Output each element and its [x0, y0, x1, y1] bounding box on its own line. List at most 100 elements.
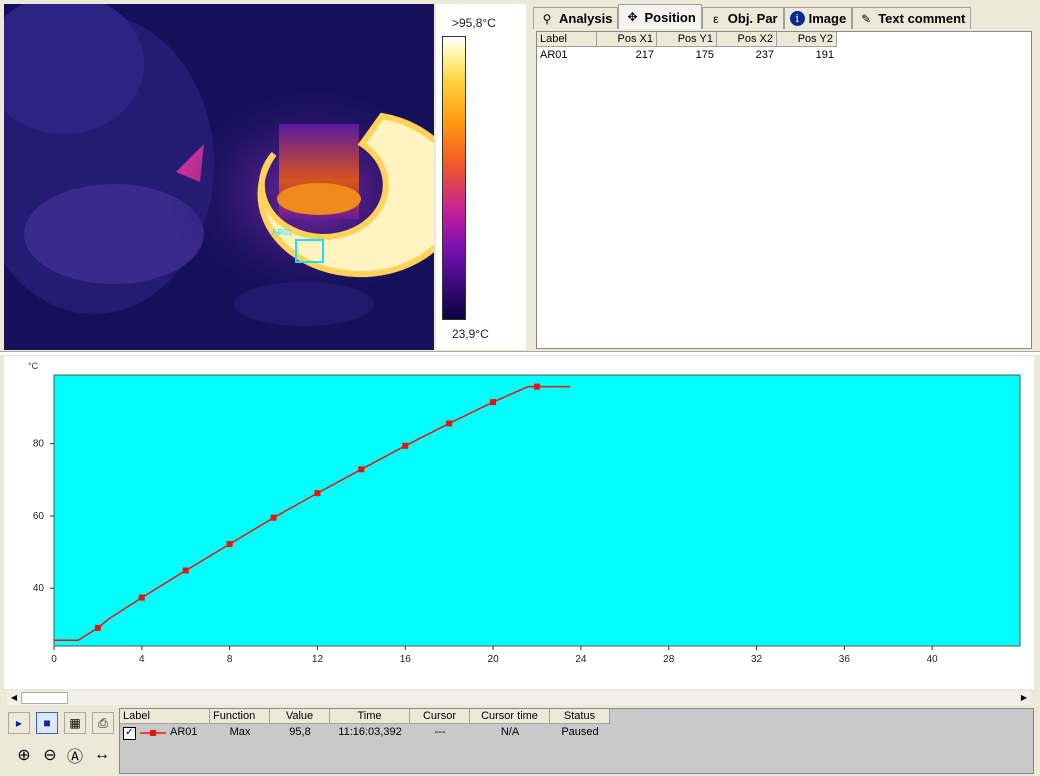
table-row[interactable]: AR01 217 175 237 191: [537, 48, 1031, 63]
scroll-left-icon[interactable]: ◀: [7, 691, 21, 705]
series-point[interactable]: [94, 624, 101, 631]
tab-image-label: Image: [808, 11, 847, 26]
zoom-in-icon: ⊕: [17, 747, 31, 764]
column-header[interactable]: Cursor: [410, 709, 470, 724]
color-scale-bar: [442, 36, 466, 320]
series-point[interactable]: [446, 420, 453, 427]
stop-icon: ■: [43, 716, 51, 730]
cell-function: Max: [229, 726, 251, 738]
column-header[interactable]: Status: [550, 709, 610, 724]
table-row[interactable]: ✓ AR01 Max 95,8 11:16:03,392 --- N/A Pau…: [120, 725, 1033, 743]
plot-area[interactable]: [53, 374, 1021, 647]
thermal-image[interactable]: AR01: [4, 4, 434, 350]
column-header[interactable]: Pos X2: [717, 32, 777, 47]
zoom-in-button[interactable]: ⊕: [13, 744, 35, 766]
series-legend-table[interactable]: Label Function Value Time Cursor Cursor …: [119, 708, 1034, 774]
x-tick-label: 0: [51, 654, 57, 665]
chart-scrollbar[interactable]: ◀ ▶: [7, 691, 1031, 705]
zoom-out-button[interactable]: ⊖: [39, 744, 61, 766]
x-tick-label: 28: [663, 654, 675, 665]
series-visible-checkbox[interactable]: ✓: [123, 727, 136, 740]
series-point[interactable]: [226, 541, 233, 548]
tab-analysis-label: Analysis: [559, 11, 613, 26]
position-table[interactable]: Label Pos X1 Pos Y1 Pos X2 Pos Y2 AR01 2…: [536, 31, 1032, 349]
column-header[interactable]: Function: [210, 709, 270, 724]
x-tick-label: 40: [927, 654, 939, 665]
column-header[interactable]: Label: [537, 32, 597, 47]
chart-settings-button[interactable]: ▦: [64, 712, 86, 734]
cell-pos-y1: 175: [695, 49, 714, 61]
column-header[interactable]: Time: [330, 709, 410, 724]
series-point[interactable]: [182, 567, 189, 574]
column-header[interactable]: Cursor time: [470, 709, 550, 724]
color-scale-max: >95,8°C: [452, 16, 496, 30]
tab-text-comment[interactable]: ✎ Text comment: [852, 7, 972, 29]
series-point[interactable]: [490, 399, 497, 406]
x-tick-label: 32: [751, 654, 763, 665]
x-tick-label: 4: [139, 654, 145, 665]
stop-button[interactable]: ■: [36, 712, 58, 734]
info-icon: i: [789, 11, 805, 26]
series-line-swatch: [140, 730, 166, 736]
export-icon: ⎙: [98, 715, 108, 730]
x-tick-label: 20: [488, 654, 500, 665]
fit-width-icon: ↔: [94, 746, 110, 763]
column-header[interactable]: Value: [270, 709, 330, 724]
scrollbar-thumb[interactable]: [21, 692, 68, 704]
column-header[interactable]: Pos X1: [597, 32, 657, 47]
column-header[interactable]: Pos Y2: [777, 32, 837, 47]
scroll-right-icon[interactable]: ▶: [1017, 691, 1031, 705]
series-point[interactable]: [314, 490, 321, 497]
color-scale-min: 23,9°C: [452, 327, 489, 341]
export-button[interactable]: ⎙: [92, 712, 114, 734]
position-table-header: Label Pos X1 Pos Y1 Pos X2 Pos Y2: [537, 32, 1031, 48]
series-point[interactable]: [138, 594, 145, 601]
roi-label: AR01: [272, 228, 293, 237]
series-label: AR01: [170, 726, 198, 738]
splitter[interactable]: [0, 351, 1040, 355]
cell-time: 11:16:03,392: [338, 726, 402, 738]
object-parameters-icon: ε: [713, 11, 719, 26]
cell-pos-y2: 191: [815, 49, 834, 61]
x-tick-label: 8: [227, 654, 233, 665]
thermal-image-svg: [4, 4, 434, 350]
cell-pos-x1: 217: [635, 49, 654, 61]
column-header[interactable]: Pos Y1: [657, 32, 717, 47]
zoom-out-icon: ⊖: [43, 747, 57, 764]
y-tick-label: 40: [33, 583, 45, 594]
text-comment-icon: ✎: [861, 11, 872, 26]
cell-value: 95,8: [289, 726, 311, 738]
cell-cursor: ---: [434, 726, 446, 738]
cell-cursor-time: N/A: [500, 726, 520, 738]
chart-settings-icon: ▦: [69, 716, 81, 730]
analysis-icon: ⚲: [542, 11, 552, 26]
tab-position-label: Position: [644, 9, 696, 25]
column-header[interactable]: Label: [120, 709, 210, 724]
tab-strip: ⚲ Analysis ✥ Position ε Obj. Par i Image…: [533, 4, 972, 29]
series-point[interactable]: [534, 383, 540, 390]
x-tick-label: 16: [400, 654, 412, 665]
x-tick-label: 12: [312, 654, 324, 665]
series-point[interactable]: [270, 514, 277, 521]
tab-image[interactable]: i Image: [783, 7, 853, 29]
tab-object-parameters-label: Obj. Par: [727, 11, 778, 26]
cell-status: Paused: [561, 726, 599, 738]
zoom-auto-icon: Ⓐ: [66, 749, 83, 766]
series-point[interactable]: [358, 466, 365, 473]
tab-analysis[interactable]: ⚲ Analysis: [533, 7, 619, 29]
tab-object-parameters[interactable]: ε Obj. Par: [701, 7, 784, 29]
temperature-chart[interactable]: °C 0 4 8 12 16 20 24 28 32 36 40 40 60 80: [4, 356, 1034, 689]
play-button[interactable]: ▶: [8, 712, 30, 734]
position-icon: ✥: [627, 10, 638, 24]
y-tick-label: 80: [33, 439, 45, 450]
play-icon: ▶: [15, 718, 23, 728]
info-tab-panel: ⚲ Analysis ✥ Position ε Obj. Par i Image…: [533, 4, 1033, 350]
fit-width-button[interactable]: ↔: [91, 744, 113, 766]
tab-position[interactable]: ✥ Position: [618, 4, 702, 29]
series-point[interactable]: [402, 442, 409, 449]
x-tick-label: 24: [575, 654, 587, 665]
chart-svg: °C 0 4 8 12 16 20 24 28 32 36 40 40 60 80: [28, 361, 1021, 665]
legend-table-header: Label Function Value Time Cursor Cursor …: [120, 709, 1033, 725]
zoom-auto-button[interactable]: Ⓐ: [64, 744, 86, 766]
x-tick-label: 36: [839, 654, 851, 665]
